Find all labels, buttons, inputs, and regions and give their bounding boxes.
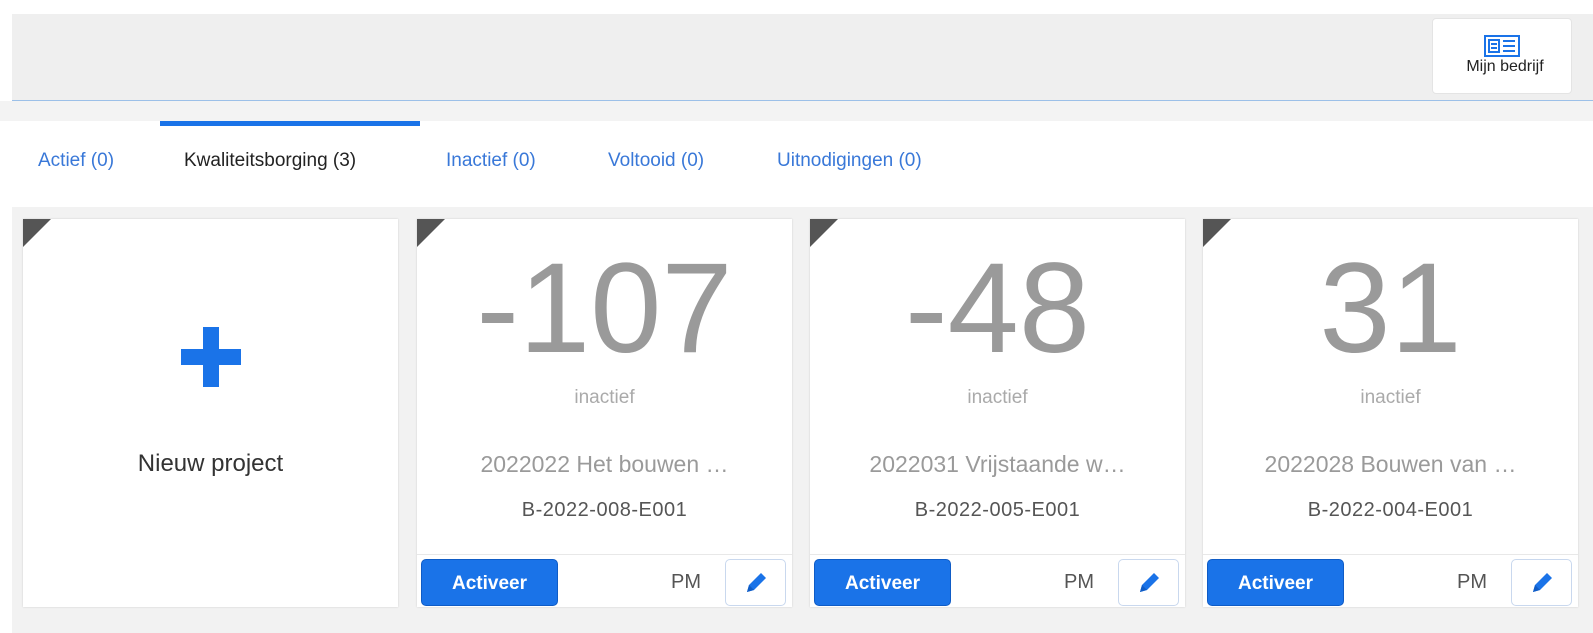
- edit-button[interactable]: [725, 559, 786, 606]
- project-title: 2022031 Vrijstaande w…: [869, 451, 1126, 477]
- project-code: B-2022-004-E001: [1307, 499, 1474, 521]
- card-corner-marker: [417, 219, 445, 247]
- company-card-icon: [1484, 35, 1520, 57]
- pencil-icon: [747, 573, 766, 592]
- card-corner-marker: [810, 219, 838, 247]
- pencil-icon: [1140, 573, 1159, 592]
- my-company-label: Mijn bedrijf: [1466, 58, 1544, 75]
- project-status: inactief: [967, 387, 1028, 408]
- project-status: inactief: [1360, 387, 1421, 408]
- tab-inactief[interactable]: Inactief (0): [446, 150, 536, 172]
- project-card[interactable]: -107 inactief 2022022 Het bouwen … B-202…: [417, 219, 792, 607]
- card-divider: [417, 554, 792, 555]
- card-divider: [810, 554, 1185, 555]
- project-status: inactief: [574, 387, 635, 408]
- plus-icon: [181, 327, 241, 387]
- days-counter: 31: [1319, 237, 1462, 380]
- new-project-card[interactable]: Nieuw project: [23, 219, 398, 607]
- role-label: PM: [671, 571, 701, 593]
- new-project-label: Nieuw project: [137, 450, 284, 477]
- days-counter: -107: [476, 237, 733, 380]
- tab-voltooid[interactable]: Voltooid (0): [608, 150, 704, 172]
- project-code: B-2022-005-E001: [914, 499, 1081, 521]
- activate-button[interactable]: Activeer: [1207, 559, 1344, 606]
- card-corner-marker: [23, 219, 51, 247]
- separator-band: [0, 101, 1593, 121]
- my-company-button[interactable]: Mijn bedrijf: [1432, 18, 1572, 94]
- activate-button[interactable]: Activeer: [421, 559, 558, 606]
- days-counter: -48: [905, 237, 1090, 380]
- card-corner-marker: [1203, 219, 1231, 247]
- activate-button[interactable]: Activeer: [814, 559, 951, 606]
- role-label: PM: [1457, 571, 1487, 593]
- project-title: 2022022 Het bouwen …: [480, 451, 729, 477]
- project-card[interactable]: 31 inactief 2022028 Bouwen van … B-2022-…: [1203, 219, 1578, 607]
- role-label: PM: [1064, 571, 1094, 593]
- tab-uitnodigingen[interactable]: Uitnodigingen (0): [777, 150, 922, 172]
- card-divider: [1203, 554, 1578, 555]
- project-card[interactable]: -48 inactief 2022031 Vrijstaande w… B-20…: [810, 219, 1185, 607]
- project-title: 2022028 Bouwen van …: [1264, 451, 1517, 477]
- tab-kwaliteitsborging[interactable]: Kwaliteitsborging (3): [184, 150, 356, 172]
- edit-button[interactable]: [1118, 559, 1179, 606]
- pencil-icon: [1533, 573, 1552, 592]
- project-code: B-2022-008-E001: [521, 499, 688, 521]
- edit-button[interactable]: [1511, 559, 1572, 606]
- active-tab-indicator: [160, 121, 420, 126]
- top-bar: [12, 14, 1593, 101]
- tab-actief[interactable]: Actief (0): [38, 150, 114, 172]
